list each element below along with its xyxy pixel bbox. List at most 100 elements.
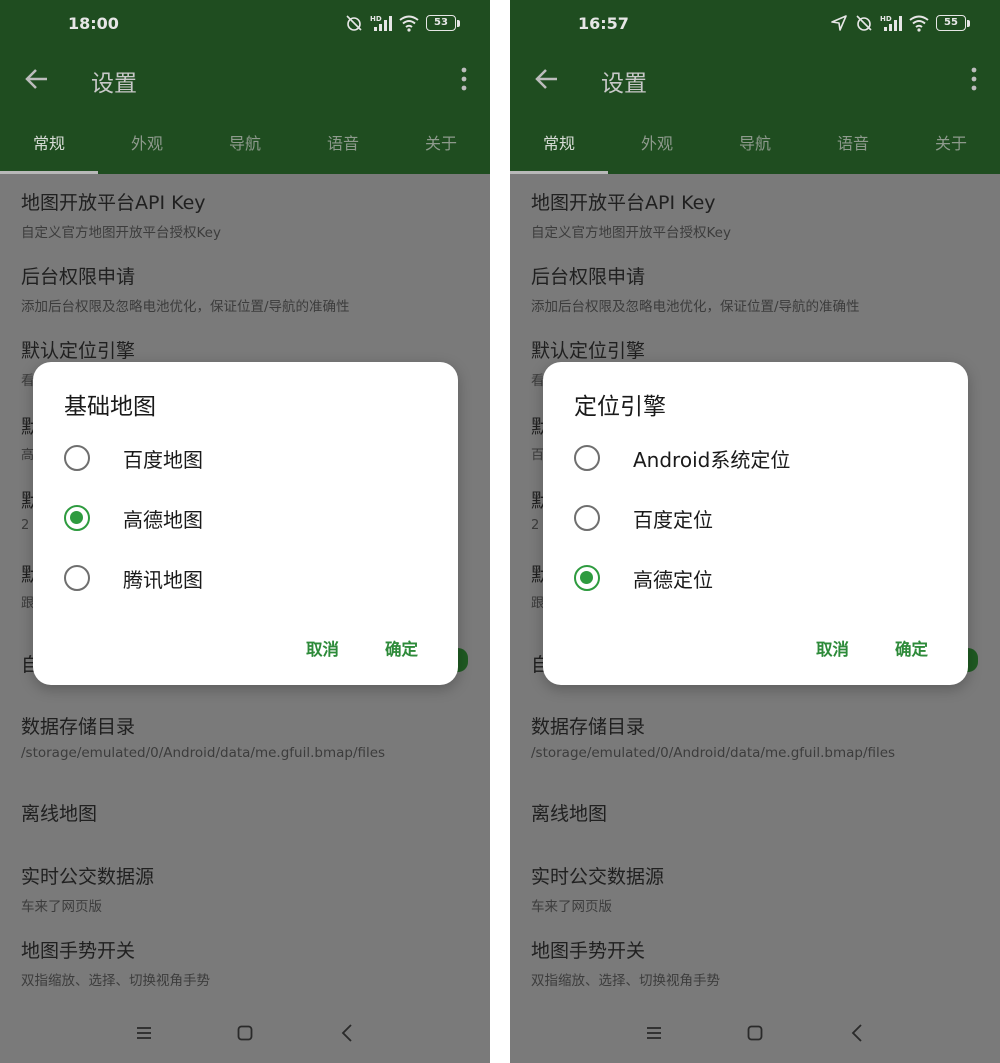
pref-subtitle: 车来了网页版 <box>531 899 612 915</box>
pref-background-permission[interactable]: 后台权限申请 添加后台权限及忽略电池优化，保证位置/导航的准确性 <box>21 262 481 315</box>
ok-button[interactable]: 确定 <box>895 636 928 660</box>
option-label: Android系统定位 <box>633 448 791 472</box>
tab-voice[interactable]: 语音 <box>294 115 392 174</box>
nav-home-icon[interactable] <box>747 1025 763 1041</box>
nav-menu-icon[interactable] <box>136 1026 152 1040</box>
option-baidu-map[interactable]: 百度地图 <box>64 434 444 484</box>
option-tencent-map[interactable]: 腾讯地图 <box>64 554 444 604</box>
tab-appearance[interactable]: 外观 <box>608 115 706 174</box>
battery-level: 53 <box>426 15 456 31</box>
status-bar: 18:00 HD 53 <box>0 0 490 50</box>
radio-dot <box>580 571 593 584</box>
pref-subtitle: 车来了网页版 <box>21 899 102 915</box>
option-label: 百度地图 <box>123 448 203 472</box>
alarm-off-icon <box>346 15 362 31</box>
tab-about[interactable]: 关于 <box>392 115 490 174</box>
pref-bus-source[interactable]: 实时公交数据源 车来了网页版 <box>21 862 481 915</box>
battery-indicator: 55 <box>936 15 970 31</box>
status-icons: HD 55 <box>830 14 970 32</box>
back-arrow-icon[interactable] <box>24 66 50 92</box>
nav-back-icon[interactable] <box>341 1024 353 1042</box>
pref-title: 实时公交数据源 <box>531 866 665 888</box>
pref-subtitle: 双指缩放、选择、切换视角手势 <box>531 973 720 989</box>
radio-button-checked[interactable] <box>64 505 90 531</box>
ok-button[interactable]: 确定 <box>385 636 418 660</box>
pref-storage-dir[interactable]: 数据存储目录 /storage/emulated/0/Android/data/… <box>531 712 991 761</box>
battery-level: 55 <box>936 15 966 31</box>
nav-back-icon[interactable] <box>851 1024 863 1042</box>
system-nav-bar <box>510 1003 1000 1063</box>
pref-subtitle: 自定义官方地图开放平台授权Key <box>531 225 731 241</box>
pref-hidden-subtitle: 2 <box>531 518 540 533</box>
pref-title: 数据存储目录 <box>21 716 136 738</box>
pref-map-gestures[interactable]: 地图手势开关 双指缩放、选择、切换视角手势 <box>21 936 481 989</box>
cancel-button[interactable]: 取消 <box>306 636 339 660</box>
pref-title: 地图开放平台API Key <box>531 192 716 214</box>
alarm-off-icon <box>856 15 872 31</box>
wifi-icon <box>399 15 419 32</box>
tab-navigation[interactable]: 导航 <box>196 115 294 174</box>
pref-title: 默认定位引擎 <box>21 340 136 362</box>
phone-screen-right: 16:57 HD 55 设置 常规 外观 导航 语音 关于 地图开放平台API … <box>510 0 1000 1063</box>
pref-map-gestures[interactable]: 地图手势开关 双指缩放、选择、切换视角手势 <box>531 936 991 989</box>
pref-title: 离线地图 <box>21 803 98 825</box>
pref-title: 地图开放平台API Key <box>21 192 206 214</box>
cancel-button[interactable]: 取消 <box>816 636 849 660</box>
phone-screen-left: 18:00 HD 53 设置 常规 外观 导航 语音 关于 地图开放平台API … <box>0 0 490 1063</box>
radio-button[interactable] <box>64 445 90 471</box>
location-engine-dialog: 定位引擎 Android系统定位 百度定位 高德定位 取消 确定 <box>543 362 968 685</box>
tab-navigation[interactable]: 导航 <box>706 115 804 174</box>
radio-button[interactable] <box>64 565 90 591</box>
dialog-title: 基础地图 <box>64 394 156 420</box>
pref-offline-map[interactable]: 离线地图 <box>531 799 991 826</box>
radio-button-checked[interactable] <box>574 565 600 591</box>
status-time: 18:00 <box>68 14 119 33</box>
pref-api-key[interactable]: 地图开放平台API Key 自定义官方地图开放平台授权Key <box>531 188 991 241</box>
option-label: 高德定位 <box>633 568 713 592</box>
more-vert-icon[interactable] <box>970 66 978 92</box>
tab-voice[interactable]: 语音 <box>804 115 902 174</box>
back-arrow-icon[interactable] <box>534 66 560 92</box>
dialog-title: 定位引擎 <box>574 394 666 420</box>
pref-storage-dir[interactable]: 数据存储目录 /storage/emulated/0/Android/data/… <box>21 712 481 761</box>
pref-title: 后台权限申请 <box>531 266 646 288</box>
status-time: 16:57 <box>578 14 629 33</box>
battery-tip <box>457 19 460 27</box>
more-vert-icon[interactable] <box>460 66 468 92</box>
tab-general[interactable]: 常规 <box>0 115 98 174</box>
pref-subtitle: 双指缩放、选择、切换视角手势 <box>21 973 210 989</box>
status-icons: HD 53 <box>345 14 460 32</box>
option-amap[interactable]: 高德地图 <box>64 494 444 544</box>
radio-button[interactable] <box>574 505 600 531</box>
nav-home-icon[interactable] <box>237 1025 253 1041</box>
pref-subtitle: /storage/emulated/0/Android/data/me.gfui… <box>531 745 896 761</box>
page-title: 设置 <box>91 71 137 97</box>
pref-offline-map[interactable]: 离线地图 <box>21 799 481 826</box>
tab-about[interactable]: 关于 <box>902 115 1000 174</box>
option-android-location[interactable]: Android系统定位 <box>574 434 954 484</box>
pref-bus-source[interactable]: 实时公交数据源 车来了网页版 <box>531 862 991 915</box>
option-amap-location[interactable]: 高德定位 <box>574 554 954 604</box>
pref-subtitle: 添加后台权限及忽略电池优化，保证位置/导航的准确性 <box>21 299 350 315</box>
pref-hidden-subtitle: 2 <box>21 518 30 533</box>
pref-title: 地图手势开关 <box>531 940 646 962</box>
tab-appearance[interactable]: 外观 <box>98 115 196 174</box>
battery-indicator: 53 <box>426 15 460 31</box>
location-arrow-icon <box>831 15 847 31</box>
pref-api-key[interactable]: 地图开放平台API Key 自定义官方地图开放平台授权Key <box>21 188 481 241</box>
pref-subtitle: 自定义官方地图开放平台授权Key <box>21 225 221 241</box>
option-label: 百度定位 <box>633 508 713 532</box>
tab-general[interactable]: 常规 <box>510 115 608 174</box>
nav-menu-icon[interactable] <box>646 1026 662 1040</box>
option-label: 腾讯地图 <box>123 568 203 592</box>
page-title: 设置 <box>601 71 647 97</box>
pref-background-permission[interactable]: 后台权限申请 添加后台权限及忽略电池优化，保证位置/导航的准确性 <box>531 262 991 315</box>
option-baidu-location[interactable]: 百度定位 <box>574 494 954 544</box>
pref-title: 数据存储目录 <box>531 716 646 738</box>
wifi-icon <box>909 15 929 32</box>
pref-subtitle: /storage/emulated/0/Android/data/me.gfui… <box>21 745 386 761</box>
base-map-dialog: 基础地图 百度地图 高德地图 腾讯地图 取消 确定 <box>33 362 458 685</box>
svg-text:HD: HD <box>880 15 892 23</box>
radio-button[interactable] <box>574 445 600 471</box>
app-toolbar: 设置 <box>0 50 490 115</box>
